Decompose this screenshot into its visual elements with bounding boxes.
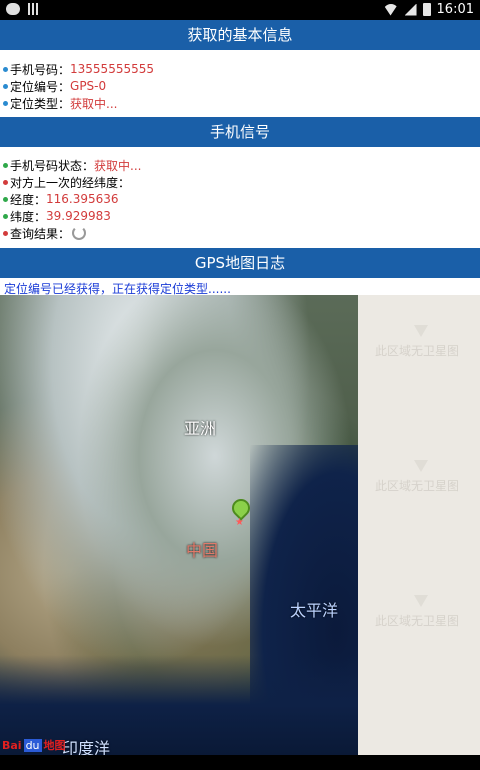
loading-spinner-icon [72, 226, 87, 240]
location-id-label: 定位编号： [10, 79, 71, 94]
bullet-icon [3, 213, 8, 219]
phone-number-label: 手机号码： [10, 62, 71, 77]
latitude-row: 纬度： 39.929983 [0, 207, 111, 225]
bullet-icon [3, 196, 8, 202]
status-bar: 16:01 [0, 0, 480, 20]
no-imagery-label: 此区域无卫星图 [375, 344, 460, 358]
placeholder-logo-icon [414, 460, 428, 472]
gps-log-header: GPS地图日志 [0, 248, 480, 278]
location-id-value: GPS-0 [70, 79, 107, 93]
placeholder-logo-icon [414, 595, 428, 607]
star-marker-icon: ★ [235, 517, 244, 528]
satellite-map[interactable]: 此区域无卫星图 此区域无卫星图 此区域无卫星图 亚洲 中国 太平洋 印度洋 ★ … [0, 295, 480, 755]
last-coords-row: 对方上一次的经纬度： [0, 173, 130, 191]
longitude-value: 116.395636 [46, 192, 119, 206]
location-type-label: 定位类型： [10, 96, 71, 111]
navigation-bar [0, 755, 480, 770]
no-imagery-area [358, 295, 480, 755]
bullet-icon [3, 162, 8, 168]
battery-icon [422, 3, 431, 16]
map-label-china: 中国 [186, 541, 219, 560]
app-notification-icon [28, 3, 40, 15]
bullet-icon [3, 66, 8, 72]
latitude-label: 纬度： [10, 209, 47, 224]
location-type-row: 定位类型： 获取中... [0, 94, 117, 112]
phone-status-row: 手机号码状态： 获取中... [0, 156, 141, 174]
no-imagery-label: 此区域无卫星图 [375, 614, 460, 628]
cell-signal-icon [404, 3, 417, 16]
clock: 16:01 [436, 2, 474, 17]
bullet-icon [3, 100, 8, 106]
longitude-label: 经度： [10, 192, 47, 207]
query-result-row: 查询结果： [0, 224, 87, 242]
wifi-icon [382, 3, 399, 16]
map-label-indian-ocean: 印度洋 [62, 739, 111, 755]
no-imagery-label: 此区域无卫星图 [375, 479, 460, 493]
longitude-row: 经度： 116.395636 [0, 190, 119, 208]
basic-info-header: 获取的基本信息 [0, 20, 480, 50]
query-result-label: 查询结果： [10, 226, 71, 241]
map-label-pacific: 太平洋 [290, 601, 339, 620]
baidu-map-logo: Bai du 地图 [2, 738, 66, 752]
phone-number-row: 手机号码： 13555555555 [0, 60, 154, 78]
signal-header: 手机信号 [0, 117, 480, 147]
last-coords-label: 对方上一次的经纬度： [10, 175, 131, 190]
phone-number-value: 13555555555 [70, 62, 154, 76]
placeholder-logo-icon [414, 325, 428, 337]
bullet-icon [3, 230, 8, 236]
map-label-asia: 亚洲 [184, 419, 217, 438]
chat-notification-icon [6, 3, 20, 15]
bullet-icon [3, 179, 8, 185]
bullet-icon [3, 83, 8, 89]
phone-status-label: 手机号码状态： [10, 158, 95, 173]
location-id-row: 定位编号： GPS-0 [0, 77, 106, 95]
phone-status-value: 获取中... [94, 158, 142, 173]
location-type-value: 获取中... [70, 96, 118, 111]
latitude-value: 39.929983 [46, 209, 111, 223]
